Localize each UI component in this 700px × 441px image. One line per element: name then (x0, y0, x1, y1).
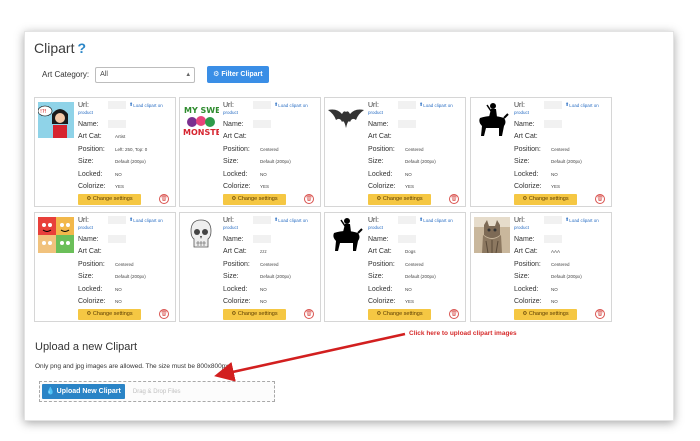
annotation-arrow (214, 332, 406, 382)
